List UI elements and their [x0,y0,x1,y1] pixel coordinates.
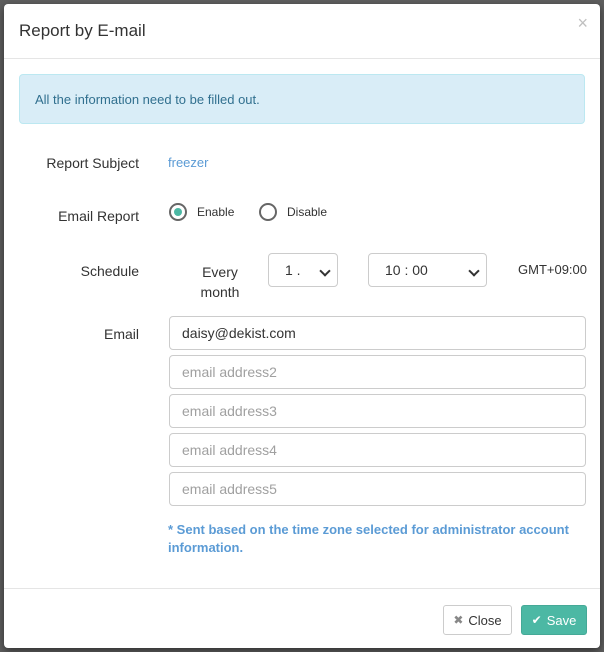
enable-label: Enable [197,205,235,219]
dialog-header: Report by E-mail × [4,4,600,59]
schedule-label: Schedule [80,263,139,279]
disable-label: Disable [287,205,328,219]
chevron-down-icon [319,265,331,277]
enable-radio[interactable] [169,203,187,221]
timezone-text: GMT+09:00 [518,262,588,277]
info-alert: All the information need to be filled ou… [19,74,585,124]
close-icon[interactable]: × [577,13,588,34]
close-button[interactable]: ✖ Close [443,605,512,635]
report-subject-label: Report Subject [46,155,139,171]
every-text: Every [202,264,238,280]
month-text: month [200,284,240,300]
email-field-3[interactable] [169,394,586,428]
report-email-dialog: Report by E-mail × All the information n… [4,4,600,648]
report-subject-value: freezer [168,155,209,170]
save-button[interactable]: ✔ Save [521,605,587,635]
email-field-5[interactable] [169,472,586,506]
day-select-value: 1 . [285,262,301,278]
time-select[interactable]: 10 : 00 [368,253,487,287]
dialog-footer: ✖ Close ✔ Save [4,588,600,649]
timezone-note: * Sent based on the time zone selected f… [168,522,569,555]
disable-radio[interactable] [259,203,277,221]
close-icon: ✖ [453,613,464,627]
disable-option[interactable]: Disable [259,203,327,221]
alert-text: All the information need to be filled ou… [35,92,260,107]
day-select[interactable]: 1 . [268,253,338,287]
dialog-title: Report by E-mail [19,21,146,40]
every-month-text: Every month [190,262,250,302]
email-report-label: Email Report [58,208,139,224]
save-button-label: Save [546,612,577,628]
email-field-2[interactable] [169,355,586,389]
email-label: Email [103,326,139,342]
chevron-down-icon [468,265,480,277]
email-field-1[interactable] [169,316,586,350]
close-button-label: Close [468,612,502,628]
time-select-value: 10 : 00 [385,262,428,278]
check-icon: ✔ [531,613,542,627]
email-field-4[interactable] [169,433,586,467]
enable-option[interactable]: Enable [169,203,234,221]
